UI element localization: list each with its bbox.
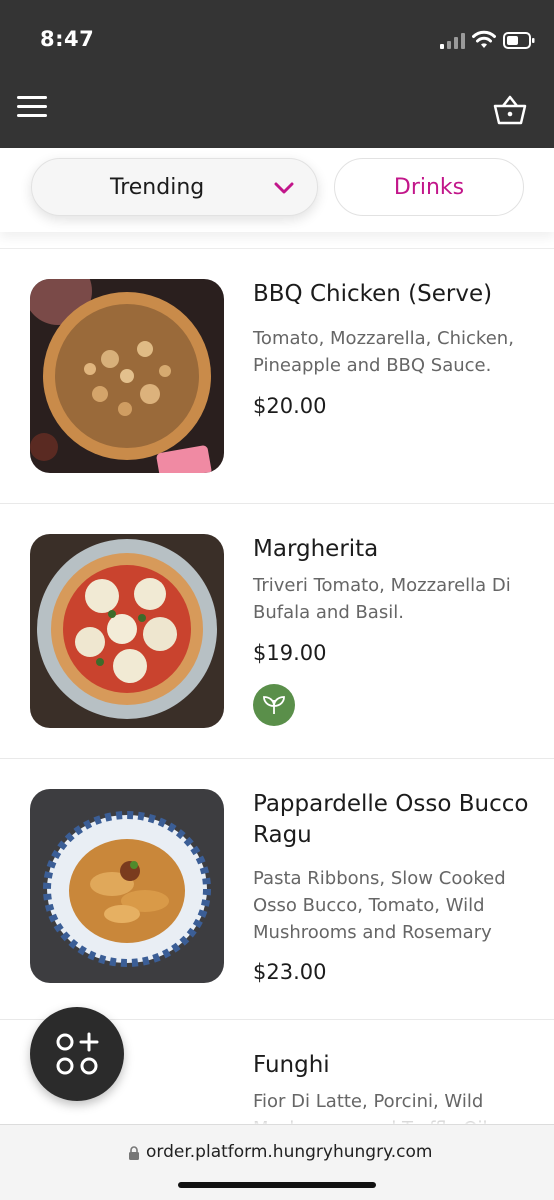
browser-url-bar[interactable]: order.platform.hungryhungry.com xyxy=(0,1124,554,1200)
home-indicator[interactable] xyxy=(178,1182,376,1188)
item-price: $19.00 xyxy=(253,641,327,665)
item-price: $20.00 xyxy=(253,394,327,418)
basket-icon[interactable] xyxy=(492,94,528,126)
wifi-icon xyxy=(472,30,496,48)
category-tab-drinks[interactable]: Drinks xyxy=(334,158,524,216)
url-text: order.platform.hungryhungry.com xyxy=(146,1142,433,1162)
category-dropdown-trending[interactable]: Trending xyxy=(31,158,318,216)
category-bar: Trending Drinks xyxy=(0,148,554,232)
item-description: Tomato, Mozzarella, Chicken, Pineapple a… xyxy=(253,328,514,376)
leaf-icon xyxy=(263,696,285,714)
item-name: Pappardelle Osso Bucco Ragu xyxy=(253,791,529,848)
item-name: Margherita xyxy=(253,536,379,562)
item-name: Funghi xyxy=(253,1052,330,1078)
menu-item-pappardelle[interactable]: Pappardelle Osso Bucco Ragu Pasta Ribbon… xyxy=(0,759,554,1019)
category-trending-label: Trending xyxy=(110,175,205,200)
grid-plus-icon xyxy=(56,1032,99,1075)
cellular-signal-icon xyxy=(440,33,465,49)
chevron-down-icon xyxy=(274,182,294,194)
bbq-chicken-pizza-image xyxy=(30,279,224,473)
app-header: 8:47 xyxy=(0,0,554,148)
menu-item-bbq-chicken[interactable]: BBQ Chicken (Serve) Tomato, Mozzarella, … xyxy=(0,249,554,503)
pappardelle-pasta-image xyxy=(30,789,224,983)
margherita-pizza-image xyxy=(30,534,224,728)
battery-icon xyxy=(503,32,535,49)
hamburger-menu-icon[interactable] xyxy=(17,95,48,119)
categories-fab-button[interactable] xyxy=(30,1007,124,1101)
menu-item-margherita[interactable]: Margherita Triveri Tomato, Mozzarella Di… xyxy=(0,504,554,758)
lock-icon xyxy=(129,1146,139,1160)
vegetarian-badge xyxy=(253,684,295,726)
item-description: Pasta Ribbons, Slow Cooked Osso Bucco, T… xyxy=(253,868,506,943)
item-description: Triveri Tomato, Mozzarella Di Bufala and… xyxy=(253,575,511,623)
status-time: 8:47 xyxy=(40,27,95,51)
item-price: $23.00 xyxy=(253,960,327,984)
item-name: BBQ Chicken (Serve) xyxy=(253,281,493,307)
